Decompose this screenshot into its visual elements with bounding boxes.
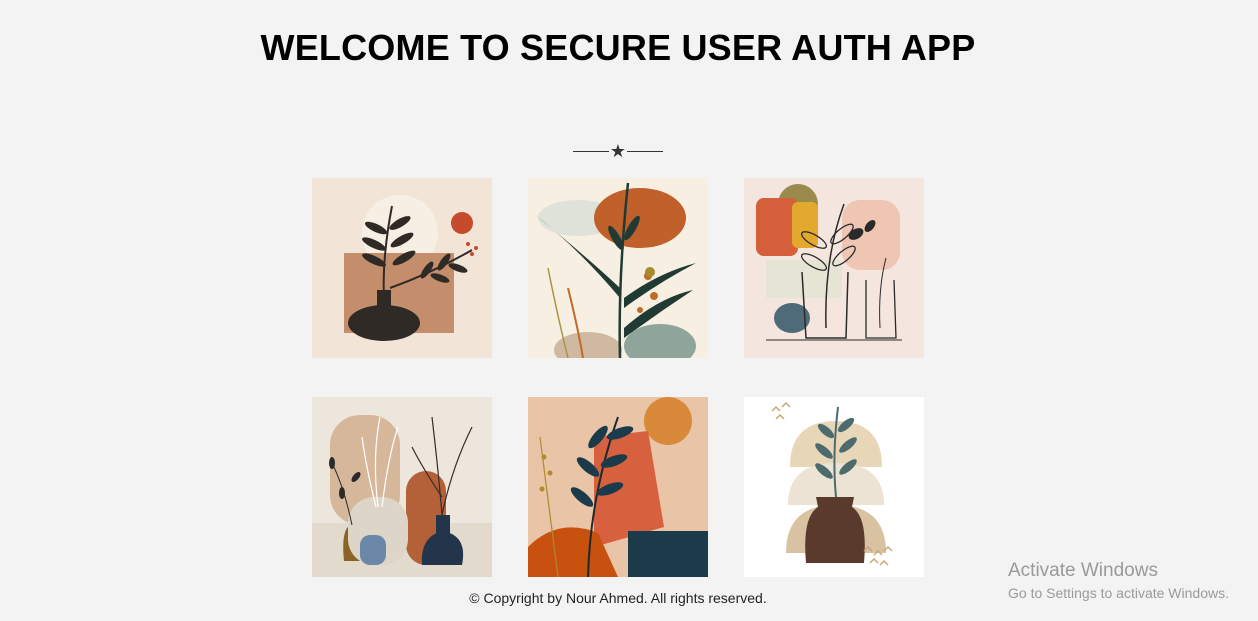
gallery-image-2	[528, 178, 708, 358]
divider-line-left	[573, 151, 609, 152]
gallery-image-3	[744, 178, 924, 358]
star-icon: ★	[609, 141, 627, 161]
plant-art-2-illustration	[528, 178, 708, 358]
star-divider: ★	[573, 141, 663, 161]
plant-art-3-illustration	[744, 178, 924, 358]
gallery-image-1	[312, 178, 492, 358]
gallery-image-4	[312, 397, 492, 577]
plant-art-6-illustration	[744, 397, 924, 577]
page: WELCOME TO SECURE USER AUTH APP ★ © Copy…	[0, 0, 1258, 621]
watermark-title: Activate Windows	[1008, 560, 1158, 581]
gallery-image-6	[744, 397, 924, 577]
plant-art-4-illustration	[312, 397, 492, 577]
watermark-subtitle: Go to Settings to activate Windows.	[1008, 585, 1229, 601]
gallery-image-5	[528, 397, 708, 577]
plant-art-1-illustration	[312, 178, 492, 358]
page-title: WELCOME TO SECURE USER AUTH APP	[260, 27, 976, 68]
divider-line-right	[627, 151, 663, 152]
plant-art-5-illustration	[528, 397, 708, 577]
activate-windows-watermark: Activate Windows Go to Settings to activ…	[1008, 560, 1229, 603]
